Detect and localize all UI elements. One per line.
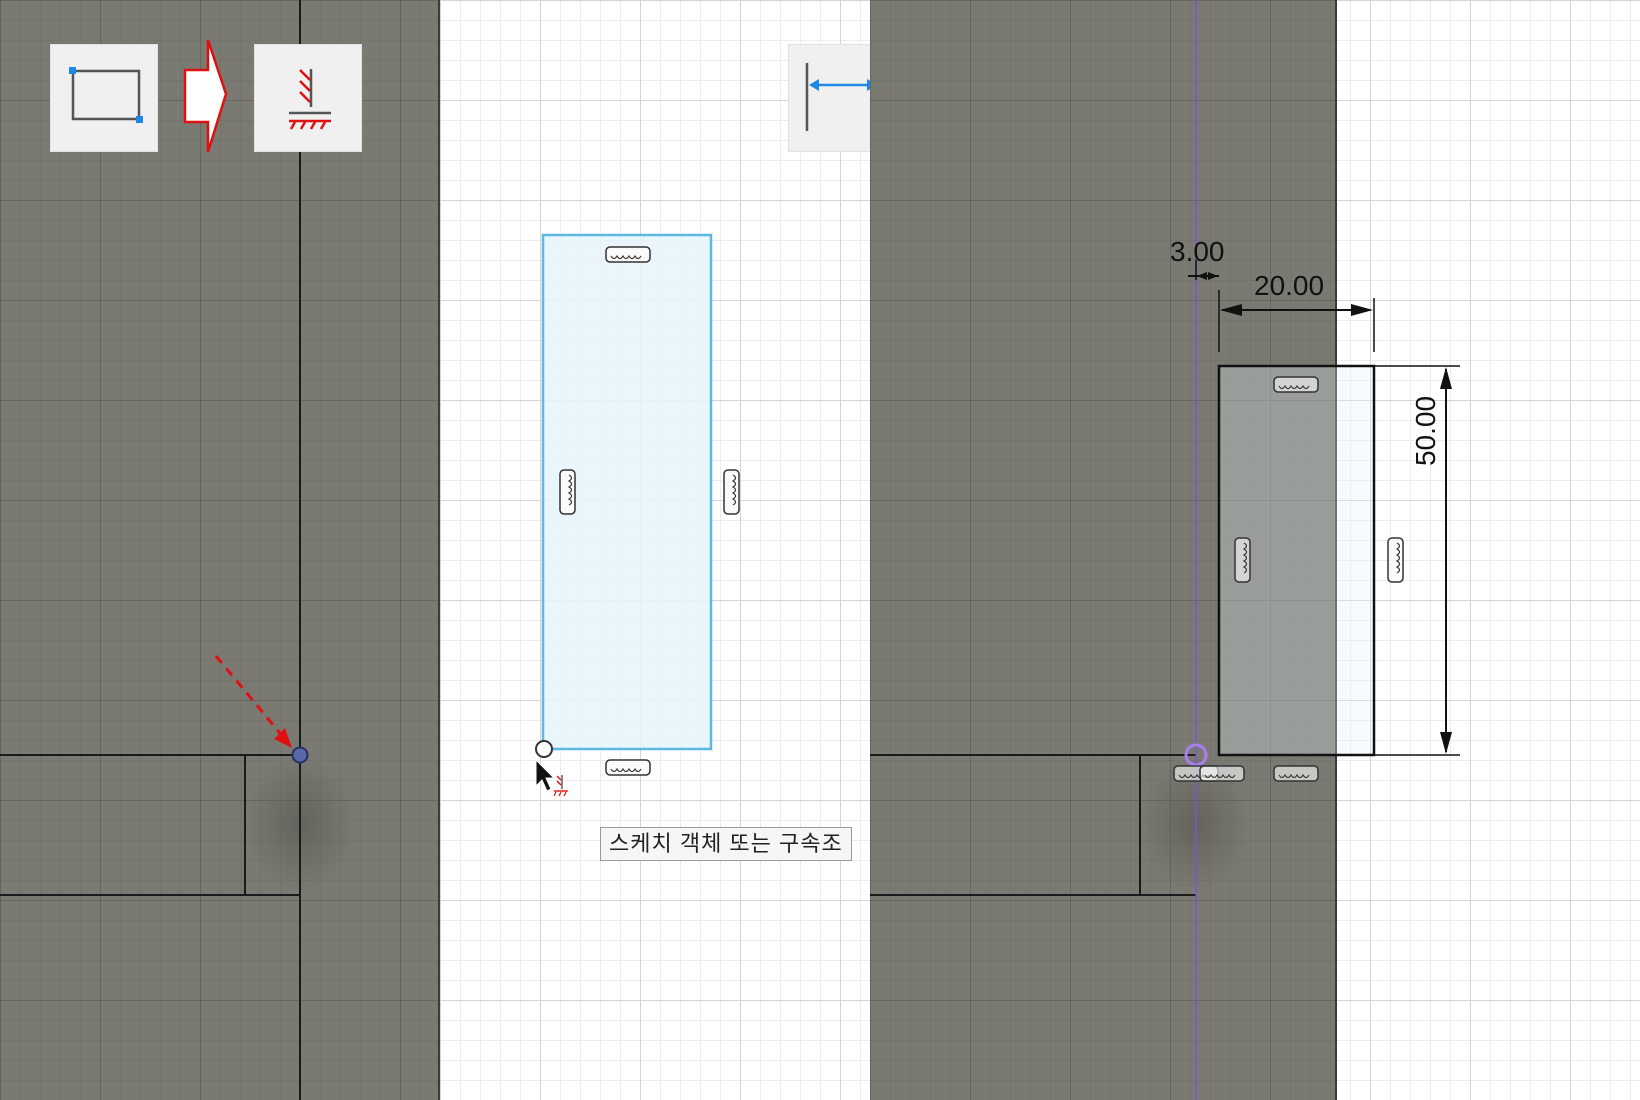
middle-canvas-panel[interactable]: 스케치 객체 또는 구속조 — [440, 0, 870, 1100]
dimension-arrowhead — [1220, 304, 1242, 316]
vertical-constraint-right[interactable] — [1387, 537, 1404, 583]
vertical-constraint-right[interactable] — [723, 469, 740, 515]
offset-dimension-value[interactable]: 3.00 — [1170, 238, 1225, 266]
horizontal-constraint-bottom[interactable] — [605, 759, 651, 776]
horizontal-constraint-top[interactable] — [605, 246, 651, 263]
left-canvas-panel[interactable] — [0, 0, 440, 1100]
left-canvas-drawing — [0, 0, 440, 1100]
sketch-dimension-icon — [805, 63, 870, 131]
height-dimension-value[interactable]: 50.00 — [1410, 391, 1441, 471]
rectangle-corner-point[interactable] — [535, 740, 553, 758]
rectangle-tool-icon — [69, 67, 143, 123]
dimension-arrowhead — [1208, 272, 1218, 280]
pointer-arrow-line — [214, 655, 286, 739]
right-canvas-panel[interactable]: 3.00 20.00 50.00 — [870, 0, 1640, 1100]
horizontal-constraint-origin-edge[interactable] — [1199, 765, 1245, 782]
arrow-right-icon — [183, 39, 228, 153]
width-dimension-value[interactable]: 20.00 — [1254, 272, 1324, 300]
vertical-constraint-left[interactable] — [559, 469, 576, 515]
dimension-arrowhead — [1351, 304, 1373, 316]
horizontal-constraint-bottom[interactable] — [1273, 765, 1319, 782]
sketch-dimension-button[interactable] — [788, 44, 870, 152]
middle-canvas-drawing — [535, 233, 740, 797]
vertical-constraint-left[interactable] — [1234, 537, 1251, 583]
dimension-arrowhead — [1440, 732, 1452, 754]
right-canvas-drawing — [870, 0, 1460, 1100]
mouse-cursor-icon — [535, 758, 556, 792]
horizontal-constraint-top[interactable] — [1273, 376, 1319, 393]
fix-constraint-icon — [289, 69, 331, 130]
dimension-arrowhead — [1440, 367, 1452, 389]
tooltip: 스케치 객체 또는 구속조 — [600, 827, 852, 861]
fix-constraint-button[interactable] — [254, 44, 362, 152]
dimension-arrowhead — [1197, 272, 1207, 280]
fix-cursor-badge-icon — [553, 775, 568, 797]
rectangle-tool-button[interactable] — [50, 44, 158, 152]
sketch-origin-point[interactable] — [291, 746, 309, 764]
